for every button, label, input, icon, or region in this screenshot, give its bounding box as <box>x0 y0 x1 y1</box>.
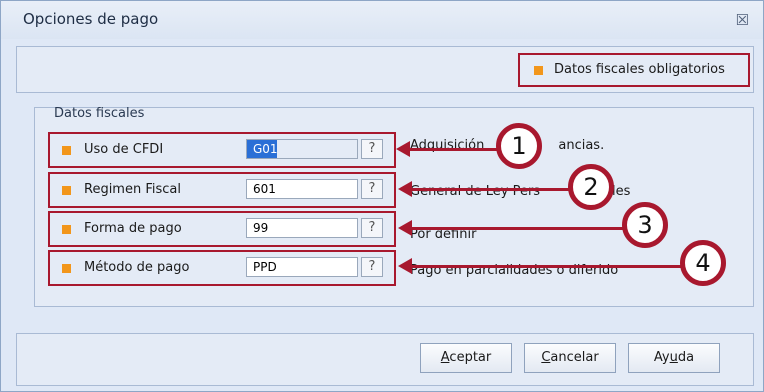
help-button[interactable]: Ayuda <box>628 343 720 373</box>
help-label-pre: Ay <box>653 350 670 365</box>
regimen-fiscal-help-icon[interactable]: ? <box>361 179 383 199</box>
legend-callout-box: Datos fiscales obligatorios <box>518 53 750 87</box>
required-marker-icon <box>62 264 71 273</box>
callout-badge-1: 1 <box>496 123 542 169</box>
title-bar: Opciones de pago ☒ <box>1 1 763 39</box>
callout-arrow-line <box>410 227 624 230</box>
cancel-label: ancelar <box>550 350 599 365</box>
dialog-title: Opciones de pago <box>23 10 159 28</box>
callout-arrow-head-icon <box>398 181 412 197</box>
row-regimen-fiscal: Regimen Fiscal ? <box>48 172 396 208</box>
callout-arrow-line <box>408 148 500 151</box>
legend-text: Datos fiscales obligatorios <box>554 62 725 77</box>
regimen-fiscal-label: Regimen Fiscal <box>84 182 181 197</box>
required-marker-icon <box>534 66 543 75</box>
help-label-rest: da <box>677 350 695 365</box>
metodo-de-pago-help-icon[interactable]: ? <box>361 257 383 277</box>
uso-cfdi-input[interactable] <box>246 139 358 159</box>
required-marker-icon <box>62 146 71 155</box>
required-marker-icon <box>62 186 71 195</box>
callout-arrow-line <box>410 188 570 191</box>
uso-cfdi-help-icon[interactable]: ? <box>361 139 383 159</box>
callout-arrow-head-icon <box>398 258 412 274</box>
callout-arrow-line <box>410 265 682 268</box>
metodo-de-pago-input[interactable] <box>246 257 358 277</box>
forma-de-pago-label: Forma de pago <box>84 221 182 236</box>
regimen-fiscal-description-text: General de Ley Pers <box>410 184 541 199</box>
metodo-de-pago-label: Método de pago <box>84 260 190 275</box>
callout-badge-3: 3 <box>622 202 668 248</box>
row-metodo-de-pago: Método de pago ? <box>48 250 396 286</box>
row-uso-cfdi: Uso de CFDI ? <box>48 132 396 168</box>
callout-arrow-head-icon <box>396 141 410 157</box>
uso-cfdi-description-tail: ancias. <box>558 138 605 153</box>
help-mnemonic: u <box>669 350 678 365</box>
callout-badge-2: 2 <box>568 164 614 210</box>
uso-cfdi-label: Uso de CFDI <box>84 142 164 157</box>
group-title: Datos fiscales <box>54 106 145 121</box>
callout-badge-4: 4 <box>680 240 726 286</box>
regimen-fiscal-input[interactable] <box>246 179 358 199</box>
forma-de-pago-help-icon[interactable]: ? <box>361 218 383 238</box>
accept-button[interactable]: Aceptar <box>420 343 512 373</box>
required-marker-icon <box>62 225 71 234</box>
callout-arrow-head-icon <box>398 220 412 236</box>
accept-label: ceptar <box>449 350 492 365</box>
row-forma-de-pago: Forma de pago ? <box>48 211 396 247</box>
forma-de-pago-input[interactable] <box>246 218 358 238</box>
cancel-button[interactable]: Cancelar <box>524 343 616 373</box>
close-icon[interactable]: ☒ <box>736 11 749 29</box>
